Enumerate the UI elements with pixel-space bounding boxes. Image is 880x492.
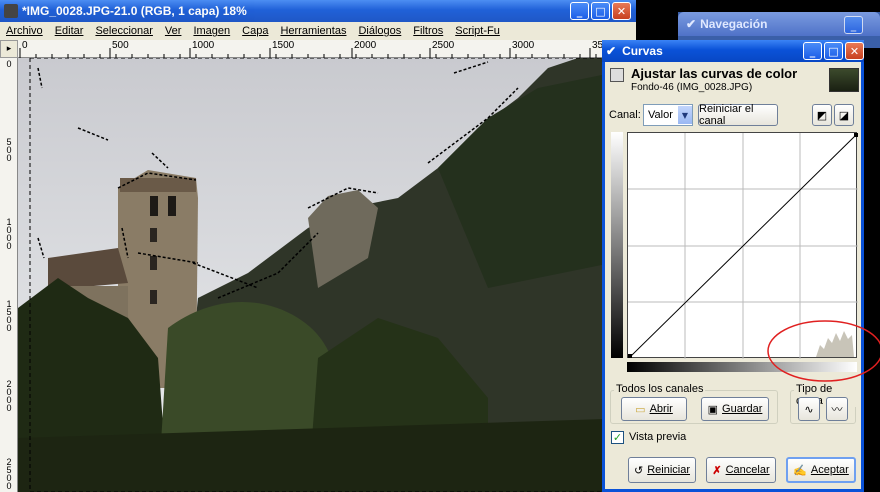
ruler-label: 2500 (6, 457, 12, 491)
menu-bar: Archivo Editar Seleccionar Ver Imagen Ca… (0, 22, 636, 40)
menu-seleccionar[interactable]: Seleccionar (95, 25, 152, 37)
image-window-title: *IMG_0028.JPG-21.0 (RGB, 1 capa) 18% (22, 4, 247, 18)
photo-church-hillside (18, 58, 636, 492)
linear-histogram-icon[interactable]: ◩ (812, 104, 832, 126)
channel-select[interactable]: Valor ▼ (643, 104, 693, 126)
ruler-label: 2500 (432, 40, 455, 51)
chevron-down-icon[interactable]: ▼ (678, 106, 692, 124)
cancel-x-icon: ✗ (712, 464, 722, 477)
save-button[interactable]: ▣ Guardar (701, 397, 769, 421)
log-histogram-icon[interactable]: ◪ (834, 104, 854, 126)
channel-label: Canal: (609, 109, 641, 121)
navigation-minimize-button[interactable]: _ (844, 16, 863, 34)
curves-title: Curvas (622, 44, 663, 58)
reset-channel-button[interactable]: Reiniciar el canal (698, 103, 778, 127)
accept-icon: ✍ (793, 464, 807, 477)
ruler-label: 3000 (512, 40, 535, 51)
close-button[interactable]: ✕ (612, 2, 631, 20)
ruler-label: 1500 (272, 40, 295, 51)
ruler-label: 500 (6, 137, 12, 163)
menu-herramientas[interactable]: Herramientas (280, 25, 346, 37)
folder-icon: ▭ (635, 403, 646, 416)
navigate-menu-button[interactable]: ▸ (0, 40, 18, 58)
reset-icon: ↺ (633, 464, 644, 477)
ruler-label: 1000 (6, 217, 12, 251)
maximize-button[interactable]: □ (591, 2, 610, 20)
menu-capa[interactable]: Capa (242, 25, 268, 37)
ruler-label: 0 (22, 40, 28, 51)
smooth-curve-icon[interactable]: ∿ (798, 397, 820, 421)
ruler-label: 2000 (6, 379, 12, 413)
menu-archivo[interactable]: Archivo (6, 25, 43, 37)
navigation-icon: ✔ (686, 17, 697, 31)
ruler-label: 500 (112, 40, 129, 51)
freehand-curve-icon[interactable]: 〰 (826, 397, 848, 421)
vertical-gradient-bar (611, 132, 623, 358)
ruler-label: 0 (6, 59, 12, 69)
minimize-button[interactable]: _ (570, 2, 589, 20)
curves-maximize-button[interactable]: □ (824, 42, 843, 60)
navigation-title: Navegación (700, 17, 768, 31)
annotation-ellipse (767, 320, 880, 382)
open-button[interactable]: ▭ Abrir (621, 397, 687, 421)
curves-close-button[interactable]: ✕ (845, 42, 864, 60)
cancel-button[interactable]: ✗ Cancelar (706, 457, 776, 483)
menu-filtros[interactable]: Filtros (413, 25, 443, 37)
image-window: *IMG_0028.JPG-21.0 (RGB, 1 capa) 18% _ □… (0, 0, 636, 492)
layer-thumbnail (829, 68, 859, 92)
curves-minimize-button[interactable]: _ (803, 42, 822, 60)
menu-ver[interactable]: Ver (165, 25, 182, 37)
menu-editar[interactable]: Editar (55, 25, 84, 37)
dialog-header-subtitle: Fondo-46 (IMG_0028.JPG) (631, 82, 753, 93)
image-window-titlebar[interactable]: *IMG_0028.JPG-21.0 (RGB, 1 capa) 18% (0, 0, 636, 22)
horizontal-ruler[interactable]: 0 500 1000 1500 2000 2500 3000 350 (18, 40, 636, 58)
all-channels-label: Todos los canales (614, 383, 706, 395)
ruler-label: 1500 (6, 299, 12, 333)
preview-label: Vista previa (629, 431, 687, 443)
ruler-ticks (19, 48, 629, 58)
gimp-icon (4, 4, 18, 18)
ruler-label: 1000 (192, 40, 215, 51)
menu-dialogos[interactable]: Diálogos (358, 25, 401, 37)
image-canvas[interactable] (18, 58, 636, 492)
ruler-label: 2000 (354, 40, 377, 51)
reset-button[interactable]: ↺ Reiniciar (628, 457, 696, 483)
menu-script-fu[interactable]: Script-Fu (455, 25, 500, 37)
curves-dialog: ✔ Curvas _ □ ✕ Ajustar las curvas de col… (602, 40, 864, 492)
curves-menu-icon: ✔ (606, 44, 617, 58)
accept-button[interactable]: ✍ Aceptar (786, 457, 856, 483)
dialog-header-title: Ajustar las curvas de color (631, 66, 798, 81)
preview-checkbox[interactable]: ✓ (611, 431, 624, 444)
vertical-ruler[interactable]: 0 500 1000 1500 2000 2500 (0, 58, 18, 492)
channel-select-value: Valor (648, 109, 673, 121)
curves-tool-icon (610, 68, 624, 82)
floppy-icon: ▣ (707, 403, 719, 416)
menu-imagen[interactable]: Imagen (193, 25, 230, 37)
